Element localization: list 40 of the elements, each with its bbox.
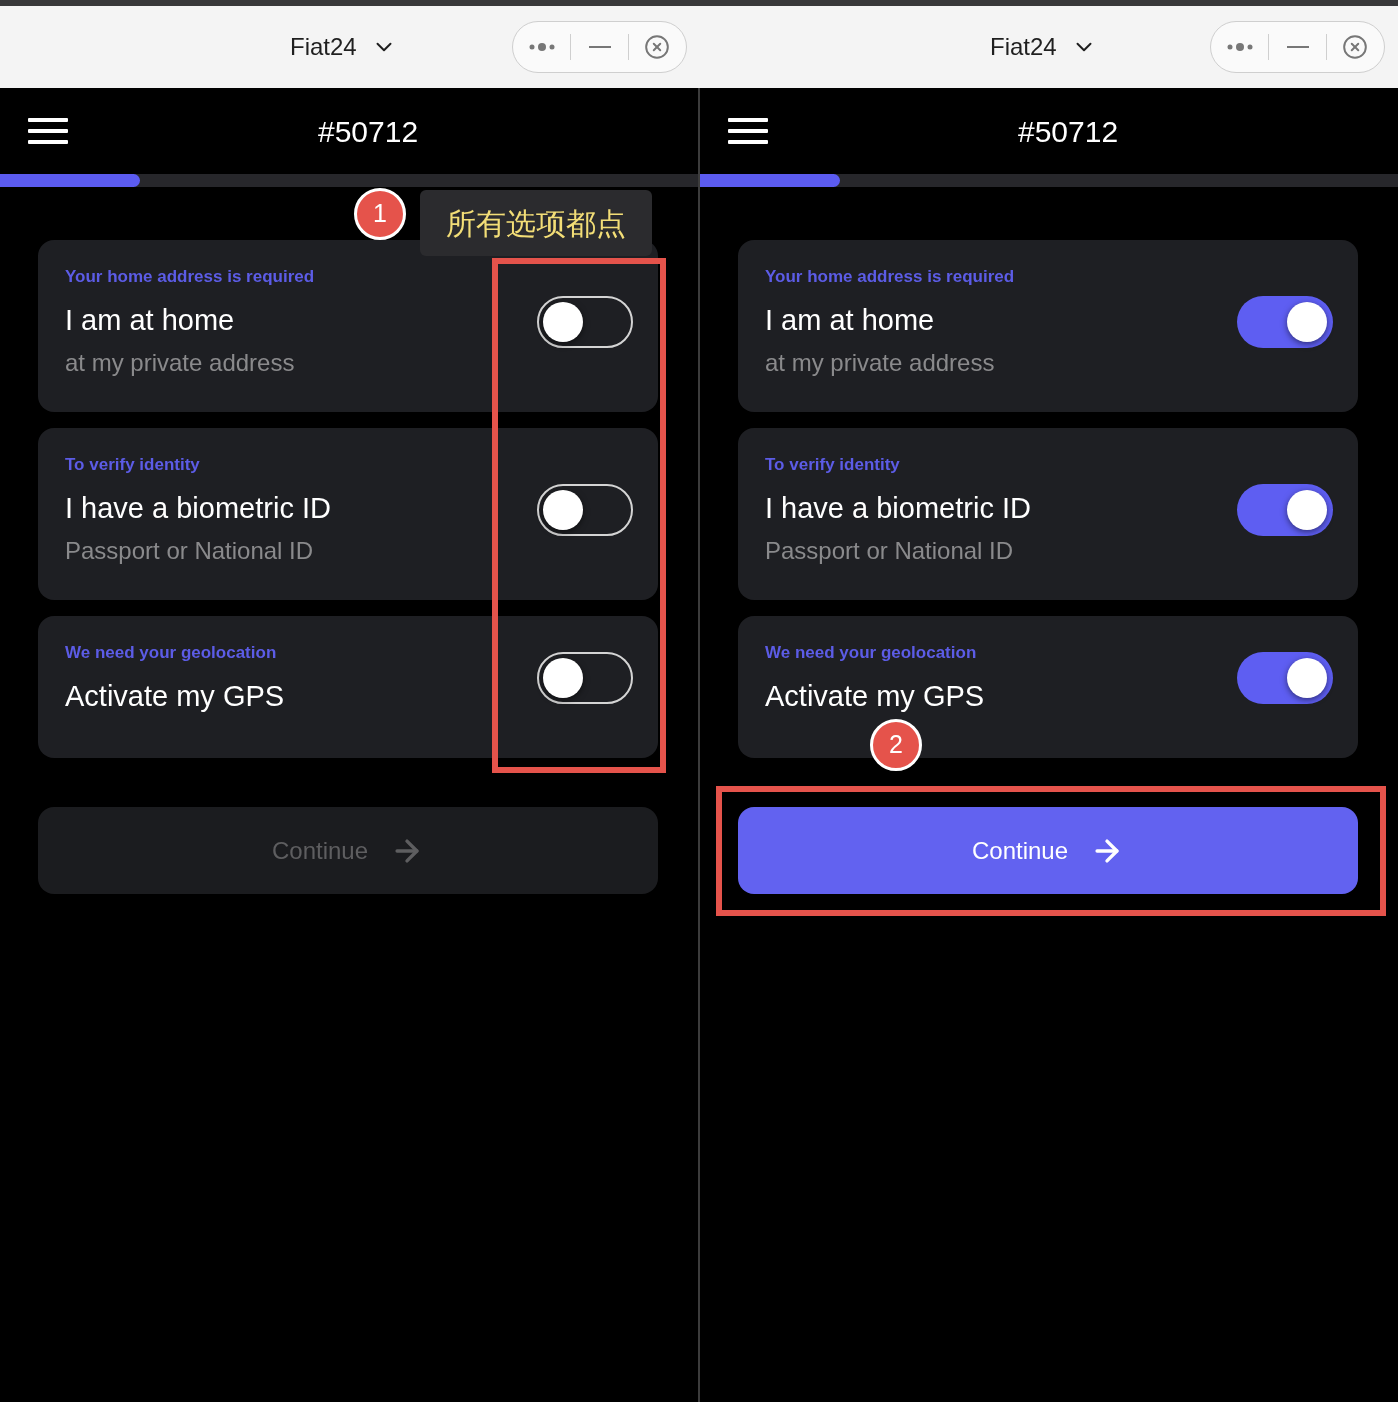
app-title: Fiat24 [990,32,1057,62]
dots-icon [1227,43,1253,51]
toggle-switch[interactable] [537,651,633,704]
toggle-switch[interactable] [537,484,633,536]
option-caption: We need your geolocation [765,642,978,664]
option-title: Activate my GPS [65,679,286,713]
minus-icon [588,46,611,48]
option-subtitle: at my private address [65,348,296,378]
toggle-switch[interactable] [1237,296,1333,348]
continue-button[interactable]: Continue [738,807,1358,894]
option-title: I have a biometric ID [65,491,332,525]
option-subtitle: Passport or National ID [765,536,1015,566]
close-button[interactable] [1340,32,1370,62]
close-icon [644,34,670,60]
menu-icon [728,118,768,144]
option-title: I am at home [765,303,936,337]
option-caption: To verify identity [765,454,901,476]
option-title: I am at home [65,303,236,337]
toggle-switch[interactable] [1237,484,1333,536]
option-title: Activate my GPS [765,679,986,713]
minus-icon [1286,46,1309,48]
menu-button[interactable] [28,118,68,144]
option-subtitle: at my private address [765,348,996,378]
toggle-switch[interactable] [537,296,633,348]
option-subtitle: Passport or National ID [65,536,315,566]
option-caption: To verify identity [65,454,201,476]
dots-icon [529,43,555,51]
option-title: I have a biometric ID [765,491,1032,525]
close-button[interactable] [642,32,672,62]
account-number: #50712 [1018,113,1119,150]
close-icon [1342,34,1368,60]
option-caption: Your home address is required [65,266,316,288]
toggle-switch[interactable] [1237,651,1333,704]
menu-icon [28,118,68,144]
menu-button[interactable] [728,118,768,144]
app-title: Fiat24 [290,32,357,62]
account-number: #50712 [318,113,419,150]
option-caption: Your home address is required [765,266,1016,288]
option-caption: We need your geolocation [65,642,278,664]
callout-note: 所有选项都点 [420,190,652,256]
